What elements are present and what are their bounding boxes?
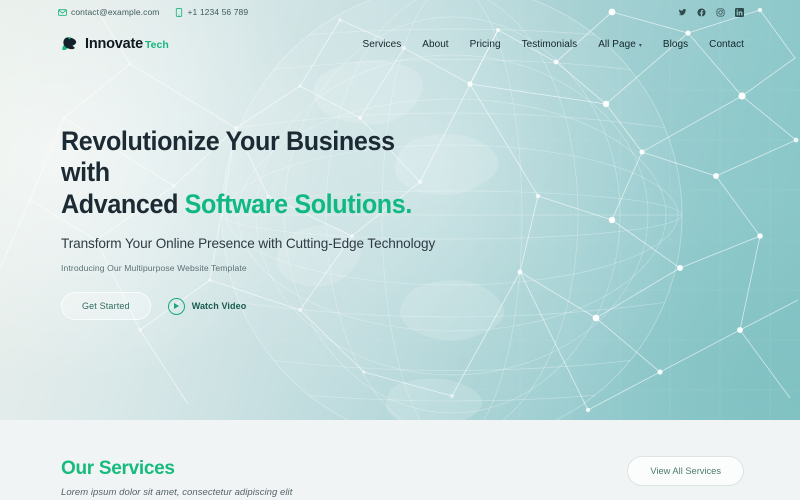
twitter-icon[interactable] — [678, 8, 687, 17]
play-circle-icon — [167, 297, 185, 315]
hero-section: contact@example.com +1 1234 56 789 Innov… — [0, 0, 800, 420]
brand-logo[interactable]: Innovate Tech — [60, 35, 169, 54]
nav-item-all-page-label: All Page — [598, 38, 636, 50]
services-section: Our Services Lorem ipsum dolor sit amet,… — [0, 420, 800, 500]
envelope-icon — [58, 8, 67, 17]
brand-name-suffix: Tech — [145, 39, 169, 51]
contact-email[interactable]: contact@example.com — [58, 7, 159, 17]
chevron-down-icon: ▾ — [638, 42, 642, 49]
nav-item-about[interactable]: About — [422, 39, 448, 50]
watch-video-button[interactable]: Watch Video — [167, 297, 247, 315]
nav-item-testimonials-label: Testimonials — [521, 38, 578, 50]
social-links — [678, 7, 744, 17]
phone-icon — [175, 7, 183, 17]
brand-name: Innovate Tech — [85, 36, 169, 52]
hero-heading-accent: Software Solutions. — [184, 188, 413, 219]
hero-heading: Revolutionize Your Business with Advance… — [61, 126, 441, 220]
nav-item-blogs-label: Blogs — [662, 38, 689, 50]
hero-cta-row: Get Started Watch Video — [61, 292, 470, 321]
services-heading-group: Our Services Lorem ipsum dolor sit amet,… — [61, 459, 627, 500]
facebook-icon[interactable] — [697, 7, 706, 17]
contact-phone-text: +1 1234 56 789 — [187, 7, 249, 17]
instagram-icon[interactable] — [716, 8, 725, 17]
nav-item-contact-label: Contact — [709, 38, 744, 50]
hero-heading-line2-plain: Advanced — [61, 188, 185, 219]
nav-item-services-label: Services — [362, 38, 402, 50]
nav-item-blogs[interactable]: Blogs — [663, 39, 688, 50]
hero-kicker: Introducing Our Multipurpose Website Tem… — [61, 263, 247, 274]
brand-name-main: Innovate — [85, 36, 144, 52]
watch-video-label: Watch Video — [191, 301, 247, 312]
top-contact-bar: contact@example.com +1 1234 56 789 — [0, 0, 800, 24]
hero-heading-line1: Revolutionize Your Business with — [61, 126, 395, 188]
services-subtitle: Lorem ipsum dolor sit amet, consectetur … — [61, 487, 293, 498]
nav-item-all-page[interactable]: All Page ▾ — [598, 39, 642, 50]
services-title: Our Services — [61, 458, 175, 479]
nav-item-services[interactable]: Services — [363, 39, 402, 50]
nav-item-pricing[interactable]: Pricing — [470, 39, 501, 50]
contact-phone[interactable]: +1 1234 56 789 — [175, 7, 248, 17]
abstract-leaf-logo-icon — [60, 35, 79, 54]
nav-item-testimonials[interactable]: Testimonials — [522, 39, 578, 50]
contact-email-text: contact@example.com — [71, 7, 160, 17]
view-all-services-button[interactable]: View All Services — [627, 456, 744, 486]
main-navigation: Innovate Tech Services About Pricing Test… — [0, 24, 800, 64]
get-started-button[interactable]: Get Started — [61, 292, 151, 321]
nav-item-pricing-label: Pricing — [469, 38, 501, 50]
hero-content: Revolutionize Your Business with Advance… — [0, 64, 470, 321]
nav-links: Services About Pricing Testimonials All … — [363, 39, 745, 50]
linkedin-icon[interactable] — [735, 7, 744, 17]
nav-item-contact[interactable]: Contact — [709, 39, 744, 50]
hero-subheading: Transform Your Online Presence with Cutt… — [61, 235, 436, 251]
nav-item-about-label: About — [422, 38, 449, 50]
